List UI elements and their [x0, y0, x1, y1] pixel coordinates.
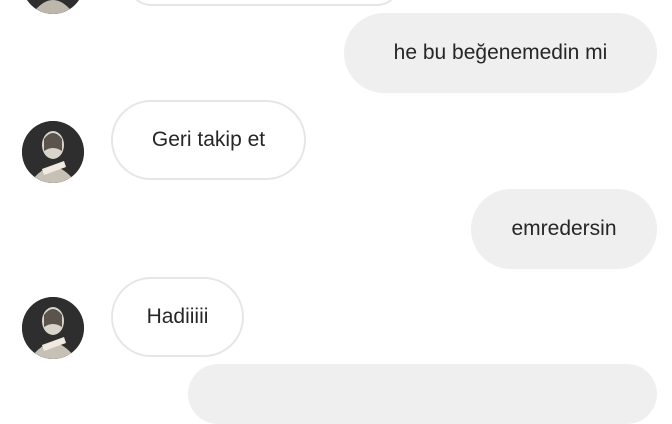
message-text: Geri takip et	[151, 128, 266, 151]
avatar[interactable]	[22, 297, 84, 359]
sent-bubble-partial-bottom[interactable]	[188, 364, 657, 424]
message-text: emredersin	[511, 217, 617, 240]
avatar[interactable]	[22, 121, 84, 183]
avatar-partial-top[interactable]	[22, 0, 84, 14]
user-avatar-icon	[22, 121, 84, 183]
user-avatar-icon	[22, 0, 84, 14]
sent-message-bubble[interactable]: he bu beğenemedin mi	[344, 13, 657, 93]
received-bubble-partial-top[interactable]	[128, 0, 400, 6]
message-text: he bu beğenemedin mi	[393, 41, 608, 64]
received-message-bubble[interactable]: Geri takip et	[111, 100, 306, 180]
user-avatar-icon	[22, 297, 84, 359]
sent-message-bubble[interactable]: emredersin	[471, 189, 657, 269]
received-message-bubble[interactable]: Hadiiiii	[111, 277, 244, 357]
message-text: Hadiiiii	[146, 305, 209, 328]
